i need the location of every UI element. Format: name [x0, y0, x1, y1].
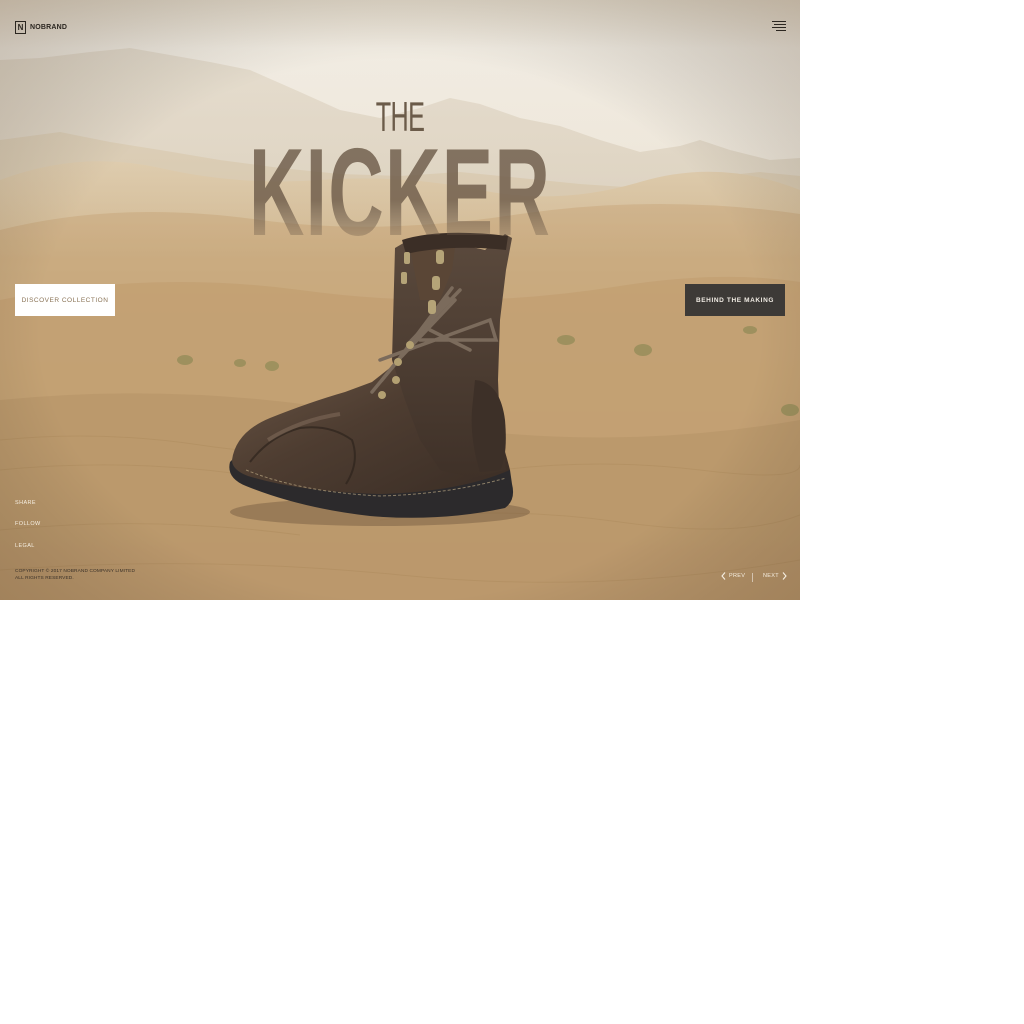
page: N NOBRAND THE KICKER DISCOVER COLLECTION… [0, 0, 1024, 1024]
prev-label: PREV [729, 573, 746, 579]
pager-divider [752, 573, 753, 582]
behind-the-making-button[interactable]: BEHIND THE MAKING [685, 284, 785, 316]
hamburger-menu-icon[interactable] [772, 21, 786, 32]
hero-title-large: KICKER [248, 124, 552, 262]
chevron-left-icon [721, 572, 726, 580]
copyright-line-2: ALL RIGHTS RESERVED. [15, 576, 74, 581]
prev-button[interactable]: PREV [721, 572, 745, 580]
discover-collection-button[interactable]: DISCOVER COLLECTION [15, 284, 115, 316]
copyright-text: COPYRIGHT © 2017 NOBRAND COMPANY LIMITED… [15, 568, 135, 582]
share-link[interactable]: SHARE [15, 500, 36, 506]
desert-background-image [0, 0, 800, 600]
follow-link[interactable]: FOLLOW [15, 521, 41, 527]
brand-name: NOBRAND [30, 24, 68, 31]
next-label: NEXT [763, 573, 779, 579]
next-button[interactable]: NEXT [763, 572, 787, 580]
chevron-right-icon [782, 572, 787, 580]
brand-logo[interactable]: N NOBRAND [15, 21, 67, 34]
copyright-line-1: COPYRIGHT © 2017 NOBRAND COMPANY LIMITED [15, 569, 136, 574]
logo-mark-icon: N [15, 21, 26, 34]
legal-link[interactable]: LEGAL [15, 543, 35, 549]
hero-section: N NOBRAND THE KICKER DISCOVER COLLECTION… [0, 0, 800, 600]
